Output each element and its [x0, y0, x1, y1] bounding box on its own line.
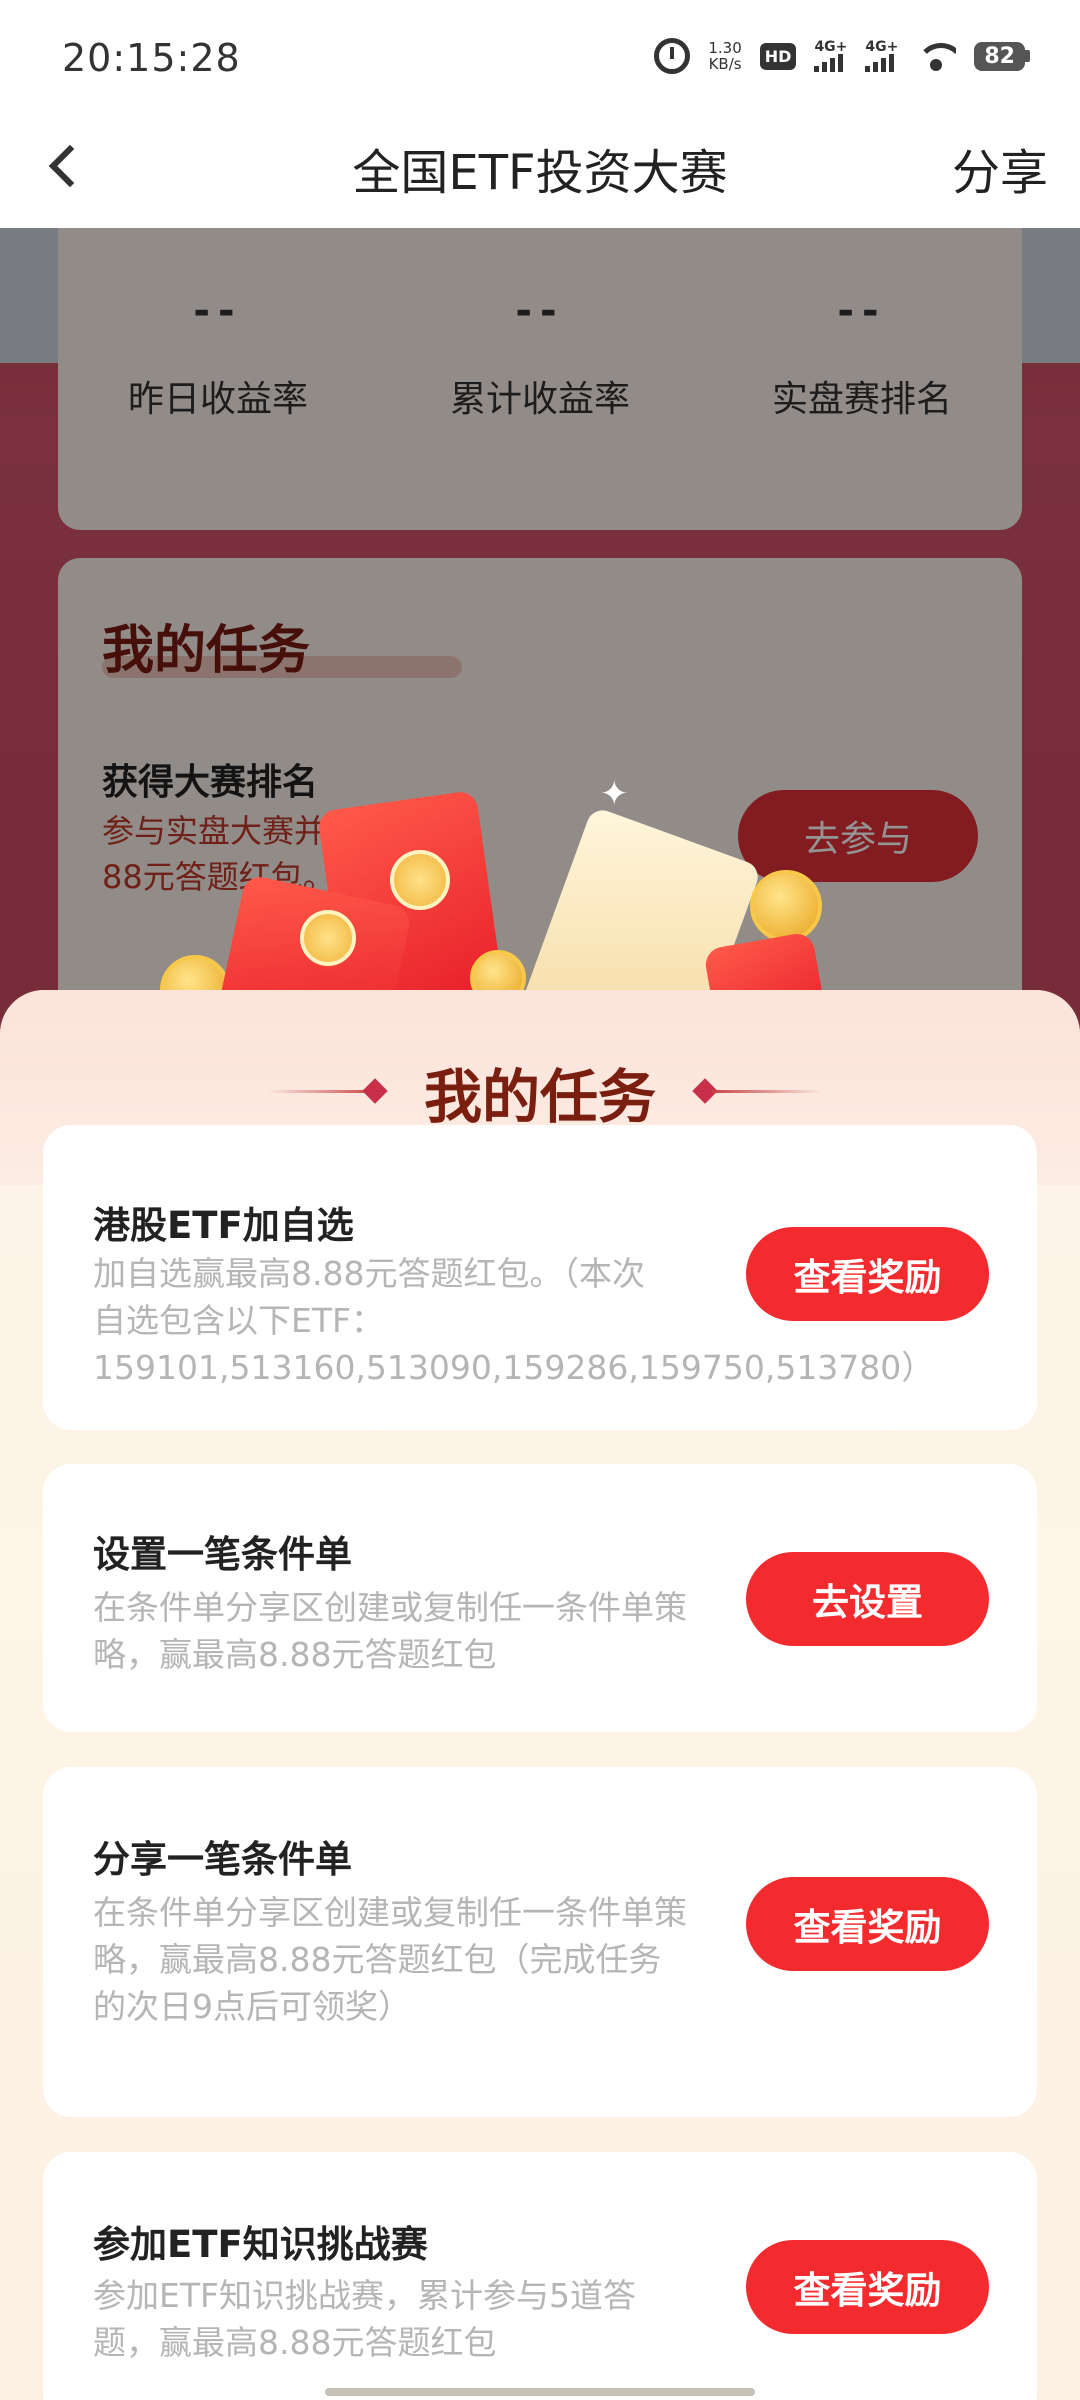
battery-icon: 82 — [974, 41, 1030, 71]
task-desc: 在条件单分享区创建或复制任一条件单策略，赢最高8.88元答题红包（完成任务的次日… — [93, 1893, 687, 2026]
alarm-icon — [654, 38, 691, 74]
tasks-bottom-sheet: 我的任务 港股ETF加自选 加自选赢最高8.88元答题红包。（本次自选包含以下E… — [0, 990, 1080, 2400]
view-reward-button[interactable]: 查看奖励 — [746, 2240, 989, 2334]
page-title: 全国ETF投资大赛 — [352, 145, 728, 201]
task-item-set-condition-order: 设置一笔条件单 在条件单分享区创建或复制任一条件单策略，赢最高8.88元答题红包… — [43, 1464, 1037, 1732]
task-item-share-condition-order: 分享一笔条件单 在条件单分享区创建或复制任一条件单策略，赢最高8.88元答题红包… — [43, 1767, 1037, 2117]
battery-level: 82 — [974, 41, 1025, 71]
status-icons: 1.30 KB/s HD 4G+ 4G+ 82 — [654, 38, 1030, 74]
net-speed-value: 1.30 — [708, 39, 742, 57]
app-header: 全国ETF投资大赛 分享 — [0, 115, 1080, 228]
sparkle-icon: ✦ — [600, 774, 629, 814]
signal-icon: 4G+ — [814, 40, 847, 72]
task-name: 参加ETF知识挑战赛 — [93, 2223, 428, 2266]
view-reward-button[interactable]: 查看奖励 — [746, 1877, 989, 1971]
signal-label: 4G+ — [814, 39, 848, 55]
sheet-title: 我的任务 — [423, 1063, 656, 1131]
go-set-button[interactable]: 去设置 — [746, 1552, 989, 1646]
view-reward-button[interactable]: 查看奖励 — [746, 1227, 989, 1321]
wifi-icon — [916, 41, 957, 71]
status-time: 20:15:28 — [62, 36, 241, 80]
red-packet-illustration: ✦ — [150, 774, 890, 1075]
net-speed-unit: KB/s — [708, 55, 742, 73]
net-speed: 1.30 KB/s — [708, 40, 741, 72]
home-indicator[interactable] — [325, 2388, 755, 2396]
share-button[interactable]: 分享 — [952, 133, 1048, 203]
task-desc: 参加ETF知识挑战赛，累计参与5道答题，赢最高8.88元答题红包 — [93, 2276, 636, 2362]
status-bar: 20:15:28 1.30 KB/s HD 4G+ 4G+ 82 — [0, 0, 1080, 115]
task-item-hk-etf: 港股ETF加自选 加自选赢最高8.88元答题红包。（本次自选包含以下ETF：15… — [43, 1125, 1037, 1430]
task-desc: 在条件单分享区创建或复制任一条件单策略，赢最高8.88元答题红包 — [93, 1588, 687, 1674]
hd-icon: HD — [759, 42, 797, 70]
task-name: 港股ETF加自选 — [93, 1204, 354, 1247]
task-desc: 加自选赢最高8.88元答题红包。（本次自选包含以下ETF：159101,5131… — [93, 1254, 935, 1387]
signal-icon: 4G+ — [865, 40, 898, 72]
task-name: 分享一笔条件单 — [93, 1838, 352, 1881]
task-item-etf-quiz: 参加ETF知识挑战赛 参加ETF知识挑战赛，累计参与5道答题，赢最高8.88元答… — [43, 2152, 1037, 2400]
task-name: 设置一笔条件单 — [93, 1533, 352, 1576]
signal-label: 4G+ — [865, 39, 899, 55]
